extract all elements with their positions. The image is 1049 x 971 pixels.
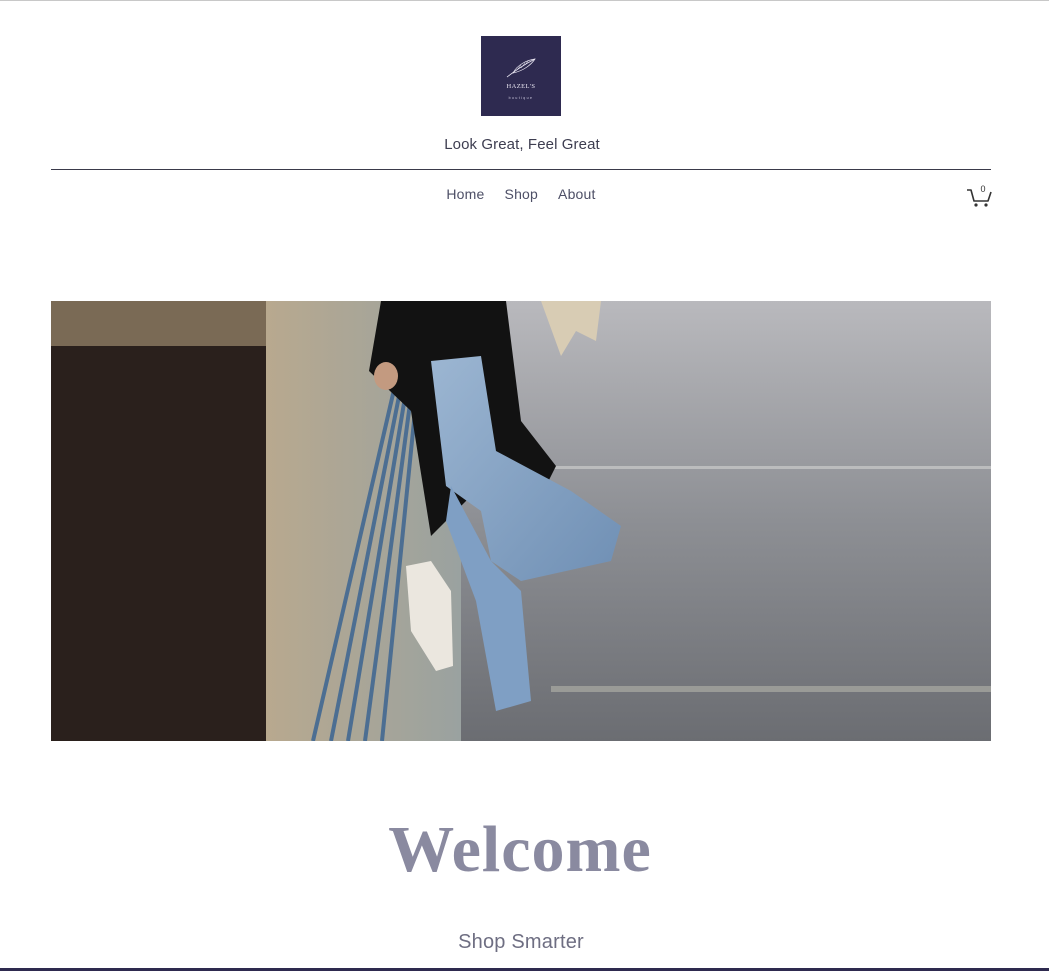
feather-icon xyxy=(506,58,536,77)
logo-name: HAZEL'S xyxy=(506,82,536,90)
logo-subtitle: boutique xyxy=(508,95,534,100)
hero-image xyxy=(51,301,991,741)
welcome-subheading: Shop Smarter xyxy=(458,931,584,953)
cart-count: 0 xyxy=(980,184,986,194)
main-nav: Home Shop About xyxy=(0,186,1042,202)
brand-logo[interactable]: HAZEL'S boutique xyxy=(481,36,561,116)
nav-item-shop[interactable]: Shop xyxy=(505,186,539,202)
cart-button[interactable]: 0 xyxy=(965,184,993,208)
nav-item-about[interactable]: About xyxy=(558,186,596,202)
nav-item-home[interactable]: Home xyxy=(446,186,484,202)
top-divider xyxy=(0,0,1049,1)
header-divider xyxy=(51,169,991,170)
welcome-heading: Welcome xyxy=(388,813,652,886)
site-tagline: Look Great, Feel Great xyxy=(444,136,600,153)
hero-photo xyxy=(51,301,991,741)
